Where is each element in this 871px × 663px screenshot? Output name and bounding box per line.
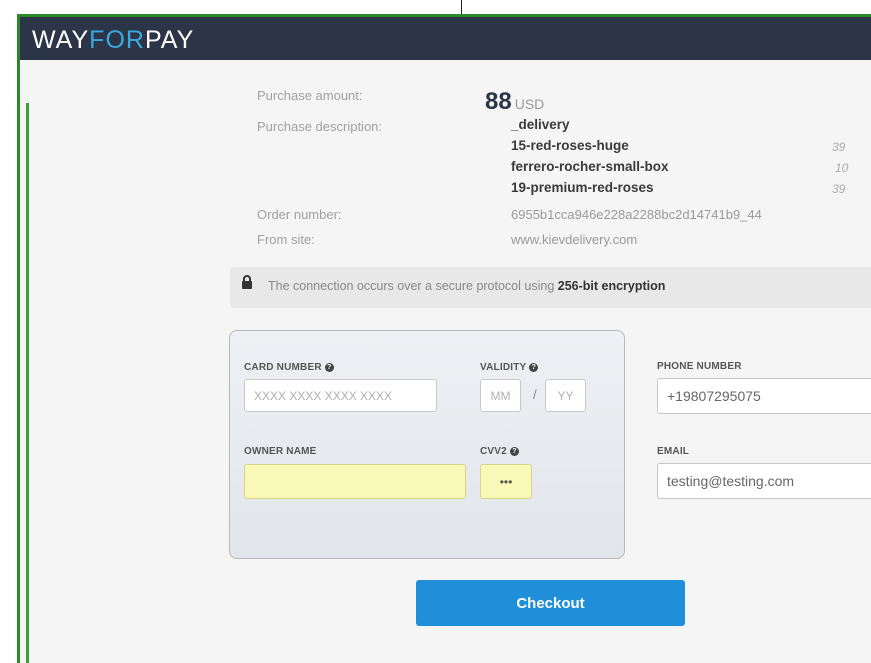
card-details-panel: CARD NUMBER? XXXX XXXX XXXX XXXX VALIDIT… [229,330,625,559]
from-site-label: From site: [257,232,315,247]
amount-currency: USD [514,96,545,112]
help-icon[interactable]: ? [324,362,334,372]
cvv-label: CVV2? [480,446,519,457]
order-item-qty: 39 [832,182,846,196]
side-stripe [26,103,29,663]
header-bar: WAYFORPAY [20,17,871,60]
order-item-name: ferrero-rocher-small-box [511,159,669,174]
order-number-label: Order number: [257,207,342,222]
help-icon[interactable]: ? [509,446,519,456]
amount-value: 88 [485,88,512,115]
order-item-qty: 39 [832,140,846,154]
wayforpay-logo: WAYFORPAY [32,26,195,54]
security-notice: The connection occurs over a secure prot… [230,267,871,308]
help-icon[interactable]: ? [529,362,539,372]
checkout-button[interactable]: Checkout [416,580,685,626]
validity-label: VALIDITY? [480,362,539,373]
top-divider-line [461,0,462,14]
cvv-input[interactable]: ••• [480,464,532,499]
email-label: EMAIL [657,446,690,457]
expiry-year-input[interactable]: YY [545,379,586,412]
card-number-input[interactable]: XXXX XXXX XXXX XXXX [244,379,437,412]
order-item-name: 19-premium-red-roses [511,180,654,195]
purchase-amount: 88 USD [485,88,544,116]
expiry-separator: / [533,387,537,402]
description-title: _delivery [511,117,570,132]
purchase-description-label: Purchase description: [257,119,383,134]
owner-name-input[interactable] [244,464,466,499]
purchase-amount-label: Purchase amount: [257,88,363,103]
phone-number-label: PHONE NUMBER [657,361,742,372]
order-item-qty: 10 [835,161,849,175]
lock-icon [242,275,252,289]
security-text: The connection occurs over a secure prot… [268,279,666,293]
card-number-label: CARD NUMBER? [244,362,334,373]
order-item-name: 15-red-roses-huge [511,138,629,153]
order-number-value: 6955b1cca946e228a2288bc2d14741b9_44 [511,207,762,222]
expiry-month-input[interactable]: MM [480,379,521,412]
from-site-value: www.kievdelivery.com [511,232,638,247]
email-input[interactable]: testing@testing.com [657,463,871,499]
owner-name-label: OWNER NAME [244,446,317,457]
phone-number-input[interactable]: +19807295075 [657,378,871,414]
